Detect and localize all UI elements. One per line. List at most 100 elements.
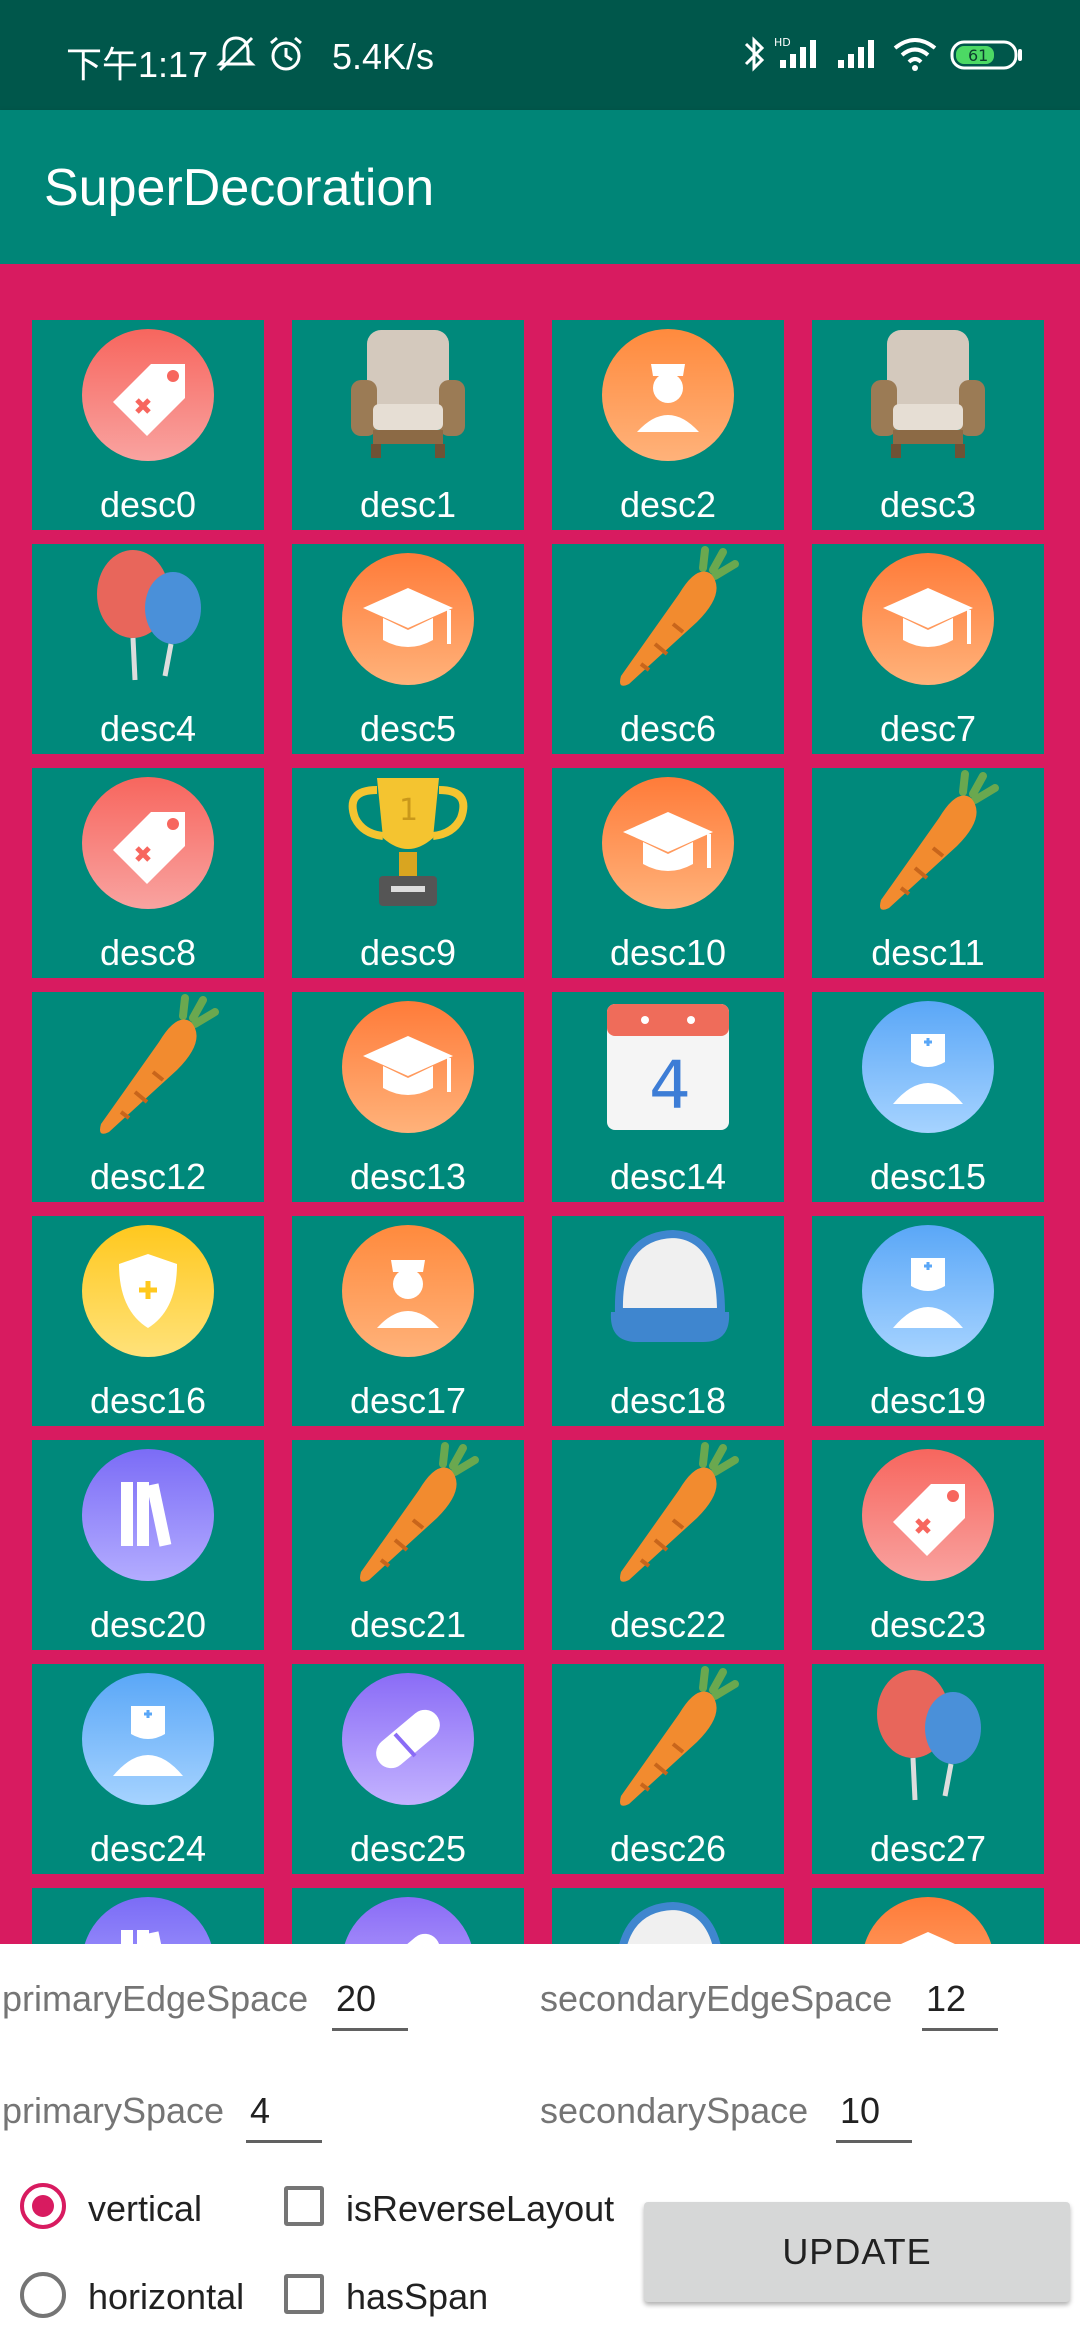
horizontal-radio[interactable] — [20, 2272, 66, 2318]
grid-item-label: desc13 — [349, 1156, 467, 1197]
grid-item[interactable]: desc13 — [292, 992, 524, 1202]
carrot-icon — [880, 770, 999, 910]
grid-item-label: desc4 — [99, 708, 197, 749]
grid-item[interactable]: desc11 — [812, 768, 1044, 978]
secondary-edge-space-input[interactable]: 12 — [926, 1978, 966, 2020]
grid-item[interactable]: desc3 — [812, 320, 1044, 530]
bluetooth-icon — [744, 36, 765, 72]
primary-edge-space-underline — [332, 2028, 408, 2031]
books-icon — [84, 1897, 212, 1944]
grid-item[interactable]: desc8 — [32, 768, 264, 978]
secondary-space-label: secondarySpace — [540, 2090, 809, 2131]
grid-item[interactable]: desc16 — [32, 1216, 264, 1426]
grid-item-label: desc27 — [869, 1828, 987, 1869]
primary-space-label: primarySpace — [2, 2090, 225, 2131]
grid-item[interactable]: desc23 — [812, 1440, 1044, 1650]
grid-item-label: desc3 — [879, 484, 977, 525]
shield-icon — [82, 1225, 214, 1357]
grid-item[interactable]: desc25 — [292, 1664, 524, 1874]
update-button[interactable]: UPDATE — [644, 2202, 1070, 2302]
carrot-icon — [100, 994, 219, 1134]
grid-item[interactable]: desc5 — [292, 544, 524, 754]
grid-item[interactable] — [552, 1888, 784, 1944]
vertical-radio-label: vertical — [88, 2188, 203, 2229]
primary-edge-space-input[interactable]: 20 — [336, 1978, 376, 2020]
carrot-icon — [620, 546, 739, 686]
grid-item-label: desc0 — [99, 484, 197, 525]
secondary-edge-space-underline — [922, 2028, 998, 2031]
grid-item-label: desc5 — [359, 708, 457, 749]
grid-item[interactable]: 4 desc14 — [552, 992, 784, 1202]
primary-space-input[interactable]: 4 — [250, 2090, 270, 2132]
grid-item[interactable]: desc10 — [552, 768, 784, 978]
carrot-icon — [360, 1442, 479, 1582]
secondary-space-underline — [836, 2140, 912, 2143]
carrot-icon — [620, 1442, 739, 1582]
carrot-icon — [620, 1666, 739, 1806]
grid-item[interactable] — [292, 1888, 524, 1944]
secondary-space-input[interactable]: 10 — [840, 2090, 880, 2132]
tag-icon — [82, 777, 214, 909]
has-span-checkbox[interactable] — [284, 2274, 324, 2314]
grid-item[interactable] — [32, 1888, 264, 1944]
grid-item-label: desc18 — [609, 1380, 727, 1421]
grid-item[interactable]: desc24 — [32, 1664, 264, 1874]
svg-text:1: 1 — [399, 793, 418, 828]
decoration-grid[interactable]: desc0 desc1 desc2 desc3 desc4 desc5 desc6 desc7… — [0, 264, 1080, 1944]
grid-item-label: desc1 — [359, 484, 457, 525]
app-title: SuperDecoration — [44, 159, 435, 217]
grid-item[interactable]: desc1 — [292, 320, 524, 530]
grid-item[interactable]: desc2 — [552, 320, 784, 530]
graduation-cap-icon — [602, 777, 734, 909]
grid-item[interactable]: desc26 — [552, 1664, 784, 1874]
svg-text:HD: HD — [774, 36, 791, 49]
grid-item-label: desc6 — [619, 708, 717, 749]
cap-icon — [610, 1229, 730, 1342]
grid-item-label: desc26 — [609, 1828, 727, 1869]
grid-item[interactable]: desc21 — [292, 1440, 524, 1650]
network-speed: 5.4K/s — [332, 36, 435, 77]
grid-item[interactable]: desc22 — [552, 1440, 784, 1650]
grid-item[interactable] — [812, 1888, 1044, 1944]
grid-item-label: desc22 — [609, 1604, 727, 1645]
grid-item[interactable]: desc0 — [32, 320, 264, 530]
tag-icon — [82, 329, 214, 461]
graduation-cap-icon — [862, 553, 994, 685]
grid-item-label: desc14 — [609, 1156, 727, 1197]
sofa-icon — [351, 330, 465, 458]
nurse-icon — [602, 329, 734, 461]
balloons-icon — [877, 1670, 981, 1801]
grid-item-label: desc23 — [869, 1604, 987, 1645]
grid-item-label: desc8 — [99, 932, 197, 973]
grid-item[interactable]: desc7 — [812, 544, 1044, 754]
grid-item[interactable]: desc17 — [292, 1216, 524, 1426]
grid-item[interactable]: desc19 — [812, 1216, 1044, 1426]
trophy-icon: 1 — [348, 778, 468, 906]
tag-icon — [862, 1449, 994, 1581]
graduation-cap-icon — [342, 1001, 474, 1133]
battery-icon: 61 — [950, 40, 1022, 70]
grid-item-label: desc24 — [89, 1828, 207, 1869]
grid-item-label: desc19 — [869, 1380, 987, 1421]
is-reverse-layout-checkbox[interactable] — [284, 2186, 324, 2226]
graduation-cap-icon — [342, 553, 474, 685]
grid-item[interactable]: desc12 — [32, 992, 264, 1202]
grid-item-label: desc16 — [89, 1380, 207, 1421]
doctor-icon — [862, 1001, 994, 1133]
grid-item-label: desc12 — [89, 1156, 207, 1197]
grid-item[interactable]: desc27 — [812, 1664, 1044, 1874]
grid-item[interactable]: desc20 — [32, 1440, 264, 1650]
alarm-icon — [270, 36, 302, 71]
secondary-edge-space-label: secondaryEdgeSpace — [540, 1978, 893, 2019]
vertical-radio[interactable] — [20, 2183, 66, 2229]
grid-item[interactable]: desc15 — [812, 992, 1044, 1202]
grid-item-label: desc15 — [869, 1156, 987, 1197]
grid-item[interactable]: desc4 — [32, 544, 264, 754]
status-time: 下午1:17 — [66, 44, 209, 85]
grid-item-label: desc25 — [349, 1828, 467, 1869]
grid-item[interactable]: 1 desc9 — [292, 768, 524, 978]
grid-item[interactable]: desc6 — [552, 544, 784, 754]
pill-icon — [342, 1673, 474, 1805]
nurse-icon — [342, 1225, 474, 1357]
grid-item[interactable]: desc18 — [552, 1216, 784, 1426]
